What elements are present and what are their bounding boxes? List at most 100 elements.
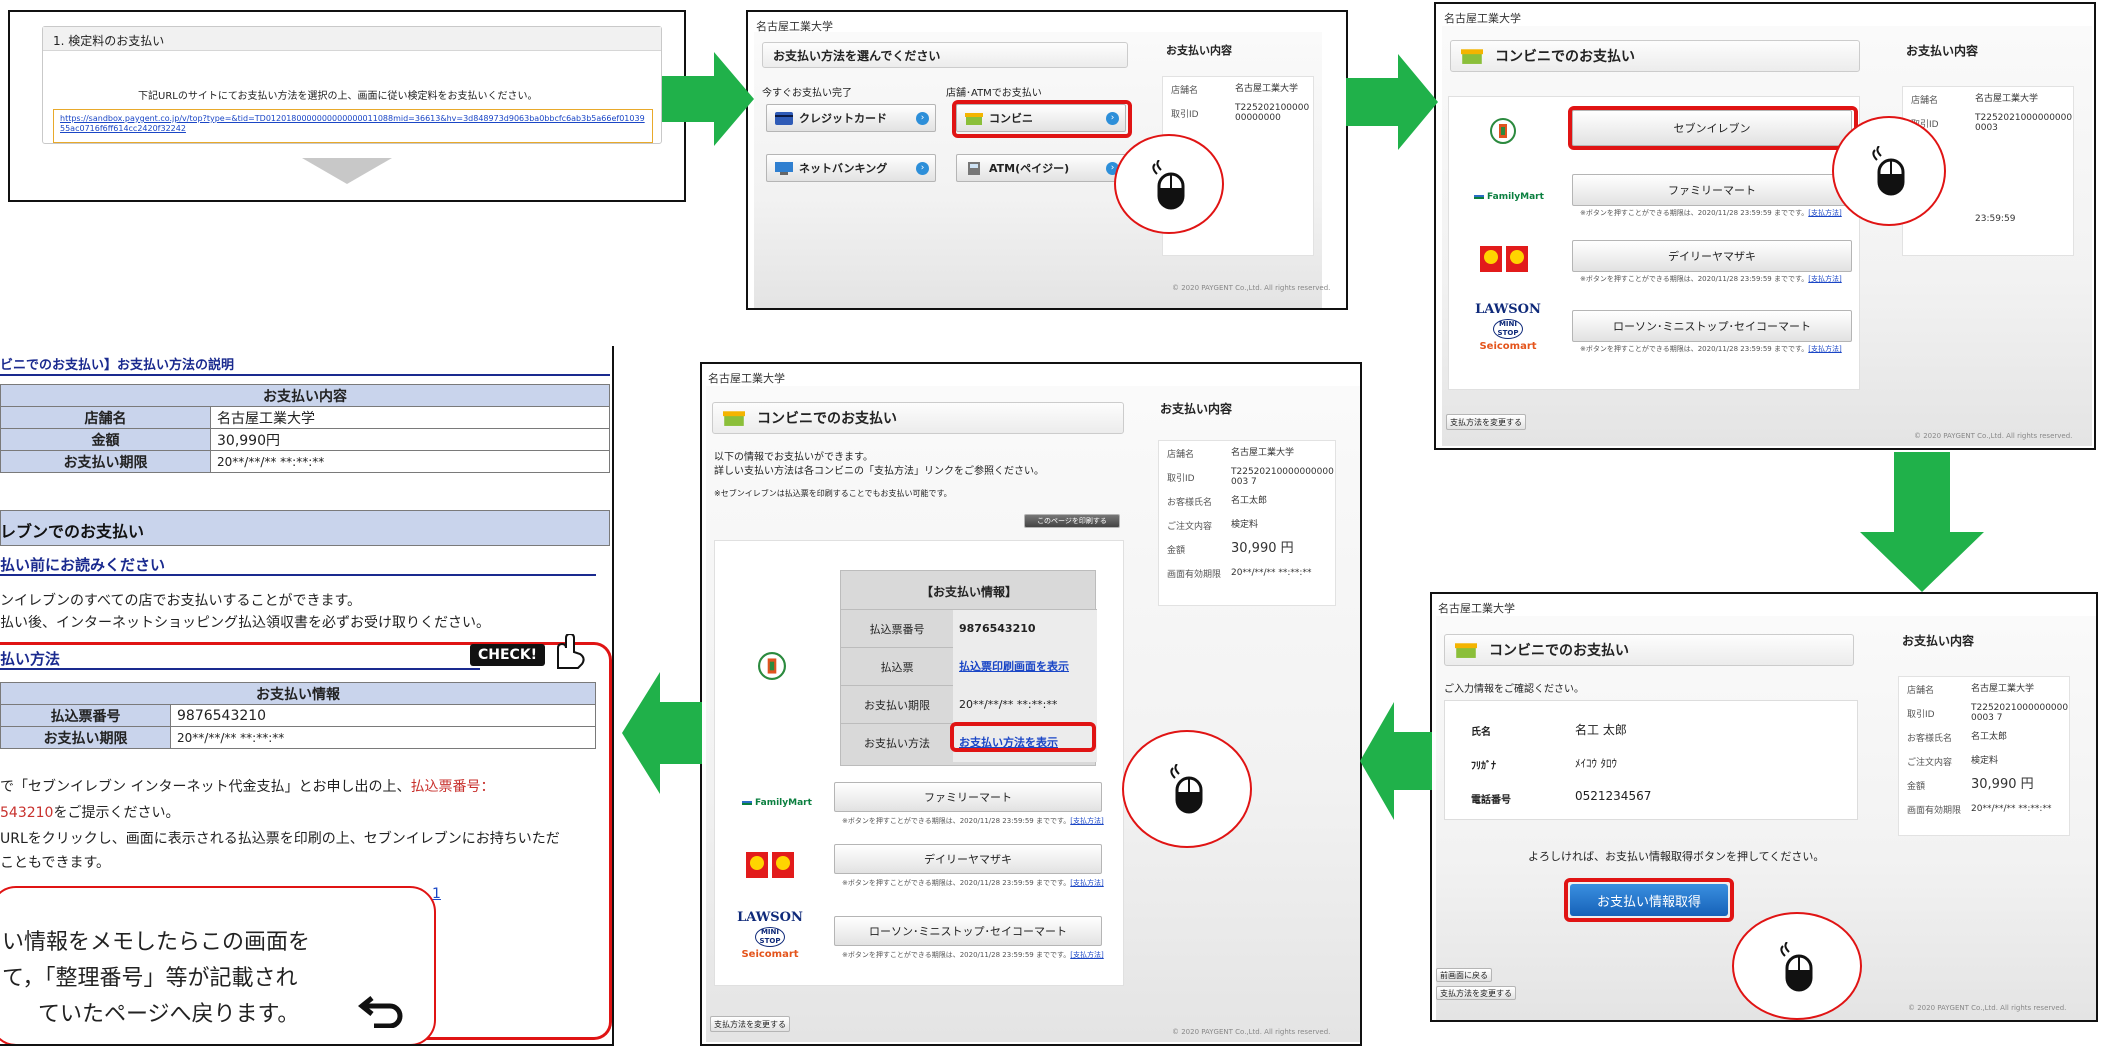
university-name: 名古屋工業大学 bbox=[708, 372, 785, 385]
copyright: © 2020 PAYGENT Co.,Ltd. All rights reser… bbox=[1172, 1028, 1331, 1036]
daily-yamazaki-logo-icon bbox=[1480, 246, 1528, 272]
side-key: 店舗名 bbox=[1167, 449, 1195, 460]
side-row: お客様氏名 名工太郎 bbox=[1899, 725, 2069, 749]
method-col-store: 店舗･ATMでお支払い bbox=[946, 88, 1042, 99]
memo-callout: い情報をメモしたらこの画面を て，「整理番号」等が記載され ていたページへ戻りま… bbox=[0, 886, 436, 1044]
side-key: 店舗名 bbox=[1911, 95, 1939, 106]
field-value-name: 名工 太郎 bbox=[1575, 723, 1627, 737]
side-value: 名古屋工業大学 bbox=[1231, 448, 1295, 458]
side-row: お客様氏名 名工太郎 bbox=[1159, 489, 1335, 513]
panel-step6-instructions: ビニでのお支払い】お支払い方法の説明 お支払い内容 店舗名 名古屋工業大学 金額 3… bbox=[0, 346, 614, 1046]
summary-key: 金額 bbox=[0, 428, 211, 451]
payment-info-row: 払込票番号 9876543210 bbox=[841, 609, 1097, 648]
field-value-phone: 0521234567 bbox=[1575, 789, 1652, 803]
side-row: 店舗名 名古屋工業大学 bbox=[1159, 441, 1335, 465]
instr-para1-d: をご提示ください。 bbox=[53, 805, 180, 821]
table-row: 店舗名 名古屋工業大学 bbox=[0, 406, 610, 429]
mouse-icon bbox=[1170, 764, 1203, 814]
side-value: 検定料 bbox=[1231, 520, 1259, 530]
seven-eleven-logo-icon bbox=[758, 652, 786, 680]
familymart-button[interactable]: ファミリーマート bbox=[1572, 174, 1852, 206]
mouse-callout bbox=[1832, 116, 1946, 226]
sub-rule-2 bbox=[0, 668, 480, 670]
pay-method-link[interactable]: [支払方法] bbox=[1070, 817, 1103, 825]
method-col-instant: 今すぐお支払い完了 bbox=[762, 88, 852, 99]
lawson-button[interactable]: ローソン･ミニストップ･セイコーマート bbox=[1572, 310, 1852, 342]
step1-card: 1. 検定料のお支払い 下記URLのサイトにてお支払い方法を選択の上、画面に従い… bbox=[42, 26, 662, 144]
net-banking-button[interactable]: ネットバンキング › bbox=[766, 154, 936, 182]
info-value: 20**/**/** **:**:** bbox=[953, 685, 1097, 724]
side-key: 金額 bbox=[1167, 545, 1186, 556]
lawson-button[interactable]: ローソン･ミニストップ･セイコーマート bbox=[834, 916, 1102, 946]
info-side-box: 店舗名 名古屋工業大学 取引ID T22520210000000000003 7 お… bbox=[1158, 440, 1336, 606]
step1-url-box: https://sandbox.paygent.co.jp/v/top?type… bbox=[53, 109, 653, 143]
lawson-logo: LAWSON MINI STOP Seicomart bbox=[1474, 302, 1542, 352]
atm-icon bbox=[968, 161, 980, 175]
familymart-button[interactable]: ファミリーマート bbox=[834, 782, 1102, 812]
note-text: ※ボタンを押すことができる期限は、2020/11/28 23:59:59 までで… bbox=[842, 817, 1071, 825]
confirm-prompt: よろしければ、お支払い情報取得ボタンを押してください。 bbox=[1528, 850, 1825, 863]
print-slip-link[interactable]: 払込票印刷画面を表示 bbox=[953, 647, 1097, 686]
side-key: 取引ID bbox=[1171, 109, 1199, 120]
step1-instruction: 下記URLのサイトにてお支払い方法を選択の上、画面に従い検定料をお支払いください… bbox=[138, 91, 538, 102]
info-line3: ※セブンイレブンは払込票を印刷することでもお支払い可能です。 bbox=[714, 489, 952, 498]
familymart-logo-text: FamilyMart bbox=[1487, 192, 1544, 202]
side-value: 20**/**/** **:**:** bbox=[1231, 568, 1312, 578]
atm-button[interactable]: ATM(ペイジー) › bbox=[956, 154, 1126, 182]
side-row: 画面有効期限 20**/**/** **:**:** bbox=[1159, 561, 1335, 585]
memo-line3: ていたページへ戻ります。 bbox=[38, 1002, 300, 1027]
change-method-button[interactable]: 支払方法を変更する bbox=[1446, 414, 1526, 430]
instr-para2: URLをクリックし、画面に表示される払込票を印刷の上、セブンイレブンにお持ちいた… bbox=[0, 831, 560, 847]
panel-step4-confirm: 名古屋工業大学 コンビニでのお支払い ご入力情報をご確認ください。 氏名 名工 … bbox=[1430, 592, 2098, 1022]
back-button[interactable]: 前画面に戻る bbox=[1436, 968, 1492, 982]
field-label-name: 氏名 bbox=[1471, 727, 1491, 738]
print-page-button[interactable]: このページを印刷する bbox=[1024, 514, 1120, 528]
memo-line2: て，「整理番号」等が記載され bbox=[2, 966, 298, 991]
table-row: お支払い期限 20**/**/** **:**:** bbox=[0, 726, 596, 749]
highlight-conveni bbox=[952, 100, 1132, 138]
field-value-kana: ﾒｲｺｳ ﾀﾛｳ bbox=[1575, 757, 1617, 770]
side-row: 金額 30,990 円 bbox=[1899, 773, 2069, 797]
summary-value: 30,990円 bbox=[210, 428, 610, 451]
change-method-button[interactable]: 支払方法を変更する bbox=[1436, 986, 1516, 1000]
pay-method-link[interactable]: [支払方法] bbox=[1808, 275, 1841, 283]
side-key: 画面有効期限 bbox=[1167, 569, 1222, 580]
seicomart-logo-text: Seicomart bbox=[741, 949, 799, 960]
atm-label: ATM(ペイジー) bbox=[989, 162, 1070, 175]
arrow-right-1-icon bbox=[662, 52, 754, 146]
side-key: ご注文内容 bbox=[1167, 521, 1213, 532]
info-side-title: お支払い内容 bbox=[1160, 402, 1233, 416]
familymart-logo-text: FamilyMart bbox=[755, 798, 812, 808]
note-text: ※ボタンを押すことができる期限は、2020/11/28 23:59:59 までで… bbox=[1580, 275, 1809, 283]
summary-table: お支払い内容 店舗名 名古屋工業大学 金額 30,990円 お支払い期限 20**/*… bbox=[0, 384, 610, 473]
hand-pointer-icon bbox=[557, 634, 585, 669]
highlight-seven-eleven bbox=[1568, 106, 1858, 150]
pay-method-link[interactable]: [支払方法] bbox=[1808, 345, 1841, 353]
instr-para1-a: で「セブンイレブン インターネット代金支払」とお申し出の上、 bbox=[0, 779, 411, 795]
university-name: 名古屋工業大学 bbox=[1438, 602, 1515, 615]
lawson-logo-text: LAWSON bbox=[1475, 302, 1541, 317]
payment-info-title: 【お支払い情報】 bbox=[920, 585, 1017, 599]
pay-method-link[interactable]: [支払方法] bbox=[1808, 209, 1841, 217]
daily-yamazaki-button[interactable]: デイリーヤマザキ bbox=[1572, 240, 1852, 272]
mouse-callout bbox=[1114, 134, 1224, 234]
pay-method-link[interactable]: [支払方法] bbox=[1070, 879, 1103, 887]
pay-method-link[interactable]: [支払方法] bbox=[1070, 951, 1103, 959]
summary-key: お支払い期限 bbox=[0, 450, 211, 473]
step1-title: 1. 検定料のお支払い bbox=[53, 34, 165, 48]
daily-yamazaki-button[interactable]: デイリーヤマザキ bbox=[834, 844, 1102, 874]
side-key: 店舗名 bbox=[1907, 685, 1935, 696]
side-key: 画面有効期限 bbox=[1907, 805, 1962, 816]
side-value: 23:59:59 bbox=[1975, 214, 2016, 224]
side-value: 名工太郎 bbox=[1231, 496, 1268, 506]
credit-card-button[interactable]: クレジットカード › bbox=[766, 104, 936, 132]
panel-step3-store-select: 名古屋工業大学 コンビニでのお支払い セブンイレブン FamilyMart ファ… bbox=[1434, 2, 2096, 450]
step1-url-link[interactable]: https://sandbox.paygent.co.jp/v/top?type… bbox=[60, 114, 646, 134]
info-key: 払込票 bbox=[880, 660, 914, 674]
change-method-button[interactable]: 支払方法を変更する bbox=[710, 1016, 790, 1032]
side-row: 取引ID T22520210000000000003 7 bbox=[1159, 465, 1335, 489]
familymart-logo: FamilyMart bbox=[742, 798, 812, 808]
side-row: 店舗名 名古屋工業大学 bbox=[1163, 77, 1313, 101]
store-heading: コンビニでのお支払い bbox=[1450, 40, 1860, 72]
highlight-pay-method bbox=[950, 722, 1096, 752]
